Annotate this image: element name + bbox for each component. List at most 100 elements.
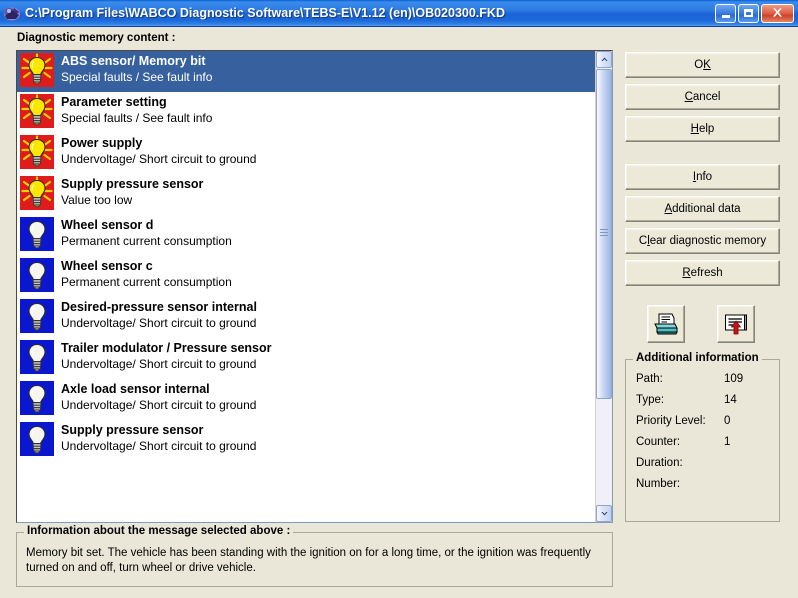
export-document-button[interactable] [717, 305, 755, 343]
list-item[interactable]: ABS sensor/ Memory bitSpecial faults / S… [17, 51, 595, 92]
list-item[interactable]: Parameter settingSpecial faults / See fa… [17, 92, 595, 133]
list-item-detail: Undervoltage/ Short circuit to ground [61, 438, 256, 455]
lightbulb-off-blue-icon [20, 217, 54, 251]
list-item-text: Power supplyUndervoltage/ Short circuit … [61, 135, 256, 168]
list-item-title: Wheel sensor c [61, 258, 232, 274]
list-item-title: Parameter setting [61, 94, 212, 110]
list-item-text: Supply pressure sensorValue too low [61, 176, 203, 209]
additional-info-label: Number: [636, 478, 680, 490]
list-item[interactable]: Power supplyUndervoltage/ Short circuit … [17, 133, 595, 174]
lightbulb-on-red-icon [20, 53, 54, 87]
info-button[interactable]: Info [625, 164, 780, 190]
additional-info-value: 109 [724, 373, 743, 385]
refresh-button[interactable]: Refresh [625, 260, 780, 286]
minimize-icon [722, 15, 730, 18]
list-item-detail: Undervoltage/ Short circuit to ground [61, 315, 257, 332]
list-item[interactable]: Desired-pressure sensor internalUndervol… [17, 297, 595, 338]
clear-diagnostic-memory-button[interactable]: Clear diagnostic memory [625, 228, 780, 254]
list-item-detail: Special faults / See fault info [61, 69, 212, 86]
lightbulb-off-blue-icon [20, 258, 54, 292]
message-information-group: Information about the message selected a… [16, 532, 613, 587]
scroll-down-button[interactable] [596, 505, 612, 522]
scrollbar-thumb[interactable] [596, 69, 612, 399]
list-item[interactable]: Supply pressure sensorValue too low [17, 174, 595, 215]
additional-information-title: Additional information [633, 352, 762, 364]
lightbulb-off-blue-icon [20, 422, 54, 456]
list-item-title: Trailer modulator / Pressure sensor [61, 340, 272, 356]
additional-info-value: 0 [724, 415, 730, 427]
list-item-detail: Special faults / See fault info [61, 110, 212, 127]
list-item-text: Wheel sensor dPermanent current consumpt… [61, 217, 232, 250]
scroll-up-button[interactable] [596, 51, 612, 68]
lightbulb-off-blue-icon [20, 299, 54, 333]
list-item-text: Parameter settingSpecial faults / See fa… [61, 94, 212, 127]
list-viewport: ABS sensor/ Memory bitSpecial faults / S… [17, 51, 595, 522]
lightbulb-off-blue-icon [20, 381, 54, 415]
list-item-title: Power supply [61, 135, 256, 151]
maximize-icon [744, 9, 753, 17]
list-item[interactable]: Axle load sensor internalUndervoltage/ S… [17, 379, 595, 420]
list-item-detail: Undervoltage/ Short circuit to ground [61, 397, 256, 414]
maximize-button[interactable] [738, 4, 759, 23]
ok-button[interactable]: OK [625, 52, 780, 78]
list-item-detail: Value too low [61, 192, 203, 209]
additional-information-group: Additional information Path:109Type:14Pr… [625, 359, 780, 522]
list-item-detail: Permanent current consumption [61, 233, 232, 250]
additional-info-value: 14 [724, 394, 737, 406]
additional-info-label: Duration: [636, 457, 683, 469]
chevron-up-icon [601, 57, 608, 62]
list-item-text: Wheel sensor cPermanent current consumpt… [61, 258, 232, 291]
help-button[interactable]: Help [625, 116, 780, 142]
list-item-title: Wheel sensor d [61, 217, 232, 233]
list-item[interactable]: Wheel sensor dPermanent current consumpt… [17, 215, 595, 256]
print-button[interactable] [647, 305, 685, 343]
list-vertical-scrollbar[interactable] [595, 51, 612, 522]
list-item-title: ABS sensor/ Memory bit [61, 53, 212, 69]
additional-info-label: Type: [636, 394, 664, 406]
window-title: C:\Program Files\WABCO Diagnostic Softwa… [25, 6, 715, 20]
close-icon [771, 7, 784, 19]
additional-data-button[interactable]: Additional data [625, 196, 780, 222]
additional-info-label: Counter: [636, 436, 680, 448]
list-item-detail: Permanent current consumption [61, 274, 232, 291]
export-document-icon [723, 312, 749, 336]
minimize-button[interactable] [715, 4, 736, 23]
scrollbar-grip-icon [600, 229, 608, 239]
window-controls [715, 4, 794, 23]
list-item-detail: Undervoltage/ Short circuit to ground [61, 151, 256, 168]
application-window: C:\Program Files\WABCO Diagnostic Softwa… [0, 0, 798, 598]
client-area: Diagnostic memory content : ABS sensor/ … [0, 27, 798, 598]
info-button-label: Info [693, 171, 712, 183]
cancel-button-label: Cancel [685, 91, 721, 103]
list-item[interactable]: Wheel sensor cPermanent current consumpt… [17, 256, 595, 297]
list-item-text: Desired-pressure sensor internalUndervol… [61, 299, 257, 332]
list-item[interactable]: Trailer modulator / Pressure sensorUnder… [17, 338, 595, 379]
chevron-down-icon [601, 511, 608, 516]
list-item-title: Supply pressure sensor [61, 422, 256, 438]
wabco-app-icon [3, 5, 21, 22]
cancel-button[interactable]: Cancel [625, 84, 780, 110]
list-item-text: ABS sensor/ Memory bitSpecial faults / S… [61, 53, 212, 86]
close-button[interactable] [761, 4, 794, 23]
list-item-title: Supply pressure sensor [61, 176, 203, 192]
list-item-detail: Undervoltage/ Short circuit to ground [61, 356, 272, 373]
message-information-title: Information about the message selected a… [24, 525, 293, 537]
refresh-button-label: Refresh [682, 267, 722, 279]
lightbulb-off-blue-icon [20, 340, 54, 374]
lightbulb-on-red-icon [20, 176, 54, 210]
help-button-label: Help [691, 123, 715, 135]
list-item-text: Axle load sensor internalUndervoltage/ S… [61, 381, 256, 414]
additional-data-button-label: Additional data [664, 203, 740, 215]
clear-diagnostic-memory-button-label: Clear diagnostic memory [639, 235, 766, 247]
diagnostic-memory-list[interactable]: ABS sensor/ Memory bitSpecial faults / S… [16, 50, 613, 523]
list-item[interactable]: Supply pressure sensorUndervoltage/ Shor… [17, 420, 595, 461]
additional-info-label: Path: [636, 373, 663, 385]
list-item-title: Axle load sensor internal [61, 381, 256, 397]
lightbulb-on-red-icon [20, 135, 54, 169]
message-information-text: Memory bit set. The vehicle has been sta… [26, 546, 601, 576]
list-item-text: Supply pressure sensorUndervoltage/ Shor… [61, 422, 256, 455]
title-bar: C:\Program Files\WABCO Diagnostic Softwa… [0, 0, 798, 27]
lightbulb-on-red-icon [20, 94, 54, 128]
list-item-title: Desired-pressure sensor internal [61, 299, 257, 315]
list-item-text: Trailer modulator / Pressure sensorUnder… [61, 340, 272, 373]
